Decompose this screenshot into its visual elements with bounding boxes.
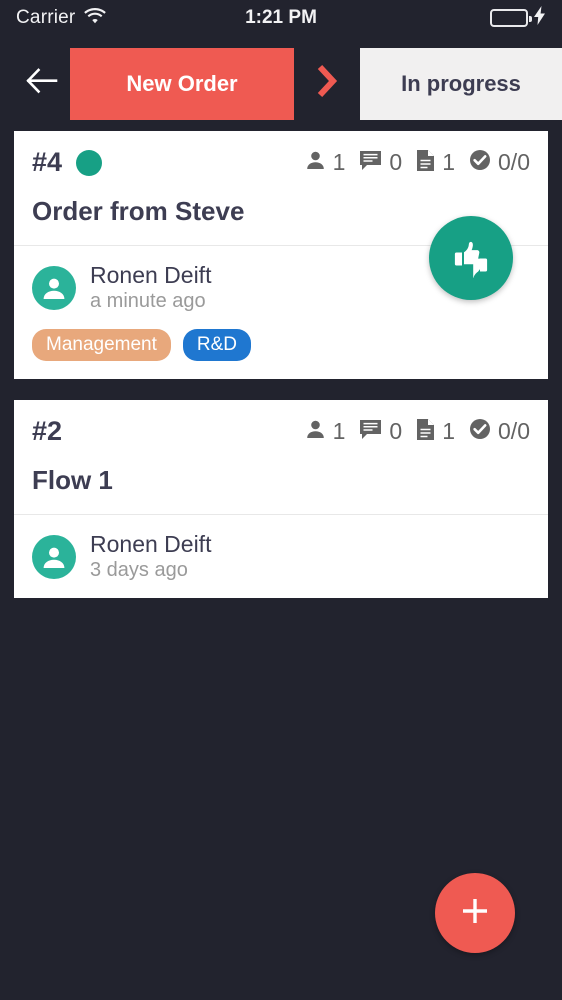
metric-tasks: 0/0 xyxy=(469,149,530,176)
user-avatar-icon xyxy=(32,265,76,310)
metric-value: 1 xyxy=(442,149,456,175)
metric-value: 0 xyxy=(389,418,403,445)
metric-value: 0 xyxy=(389,149,403,175)
tag-management[interactable]: Management xyxy=(32,329,171,362)
user-info: Ronen Deift 3 days ago xyxy=(90,531,211,582)
add-button[interactable] xyxy=(435,873,515,953)
back-button[interactable] xyxy=(14,68,70,99)
card-id: #2 xyxy=(32,416,63,447)
user-avatar-icon xyxy=(32,534,76,579)
tag-rnd[interactable]: R&D xyxy=(182,329,252,362)
user-timestamp: a minute ago xyxy=(90,290,206,313)
metric-value: 1 xyxy=(332,149,346,175)
card-header: #2 1 0 1 0/0 xyxy=(14,400,548,451)
card-metrics: 1 0 1 0/0 xyxy=(305,418,530,446)
wifi-icon xyxy=(84,7,107,29)
metric-value: 1 xyxy=(442,418,456,445)
tab-separator xyxy=(294,64,360,103)
status-bar-left: Carrier xyxy=(16,7,107,29)
card-tags: Management R&D xyxy=(14,329,548,379)
document-icon xyxy=(416,418,435,446)
user-name: Ronen Deift xyxy=(90,531,212,558)
card-header: #4 1 0 1 0/0 xyxy=(14,131,548,182)
metric-documents: 1 xyxy=(416,418,455,446)
card-metrics: 1 0 1 0/0 xyxy=(305,149,530,177)
carrier-label: Carrier xyxy=(16,7,76,28)
user-name: Ronen Deift xyxy=(90,262,212,288)
metric-tasks: 0/0 xyxy=(469,418,530,445)
check-circle-icon xyxy=(469,149,491,176)
metric-comments: 0 xyxy=(359,418,402,445)
card-id: #4 xyxy=(32,147,63,177)
plus-icon xyxy=(458,894,492,933)
metric-value: 0/0 xyxy=(498,418,530,445)
metric-value: 1 xyxy=(332,418,346,445)
feedback-button[interactable] xyxy=(429,216,513,300)
person-icon xyxy=(305,150,326,176)
card-item[interactable]: #2 1 0 1 0/0 Flow 1 Ronen Deift 3 days a… xyxy=(14,400,548,599)
user-info: Ronen Deift a minute ago xyxy=(90,262,211,313)
app-screen: Carrier 1:21 PM New Order In progress #4… xyxy=(0,0,562,1000)
battery-icon xyxy=(490,9,532,27)
lightning-bolt-icon xyxy=(534,6,546,30)
status-bar: Carrier 1:21 PM xyxy=(0,0,562,36)
status-bar-right xyxy=(490,6,546,30)
card-meta-row: #4 1 0 1 0/0 xyxy=(32,147,530,178)
metric-comments: 0 xyxy=(359,149,402,176)
thumbs-up-down-icon xyxy=(448,234,494,283)
chevron-right-icon xyxy=(315,64,339,103)
card-meta-row: #2 1 0 1 0/0 xyxy=(32,416,530,447)
tab-new-order[interactable]: New Order xyxy=(70,47,294,120)
status-dot xyxy=(76,149,103,176)
user-timestamp: 3 days ago xyxy=(90,559,188,582)
metric-assignees: 1 xyxy=(305,149,346,176)
person-icon xyxy=(305,419,326,445)
card-list: #4 1 0 1 0/0 Order from Steve Ronen Deif… xyxy=(0,131,562,599)
metric-assignees: 1 xyxy=(305,418,346,445)
document-icon xyxy=(416,149,435,177)
arrow-left-icon xyxy=(26,68,58,99)
metric-value: 0/0 xyxy=(498,149,530,175)
card-user-row: Ronen Deift 3 days ago xyxy=(14,515,548,598)
tab-in-progress[interactable]: In progress xyxy=(360,47,562,120)
card-title: Flow 1 xyxy=(32,465,113,496)
header-tab-bar: New Order In progress xyxy=(0,36,562,131)
comment-icon xyxy=(359,419,382,445)
comment-icon xyxy=(359,150,382,176)
check-circle-icon xyxy=(469,418,491,445)
metric-documents: 1 xyxy=(416,149,455,177)
